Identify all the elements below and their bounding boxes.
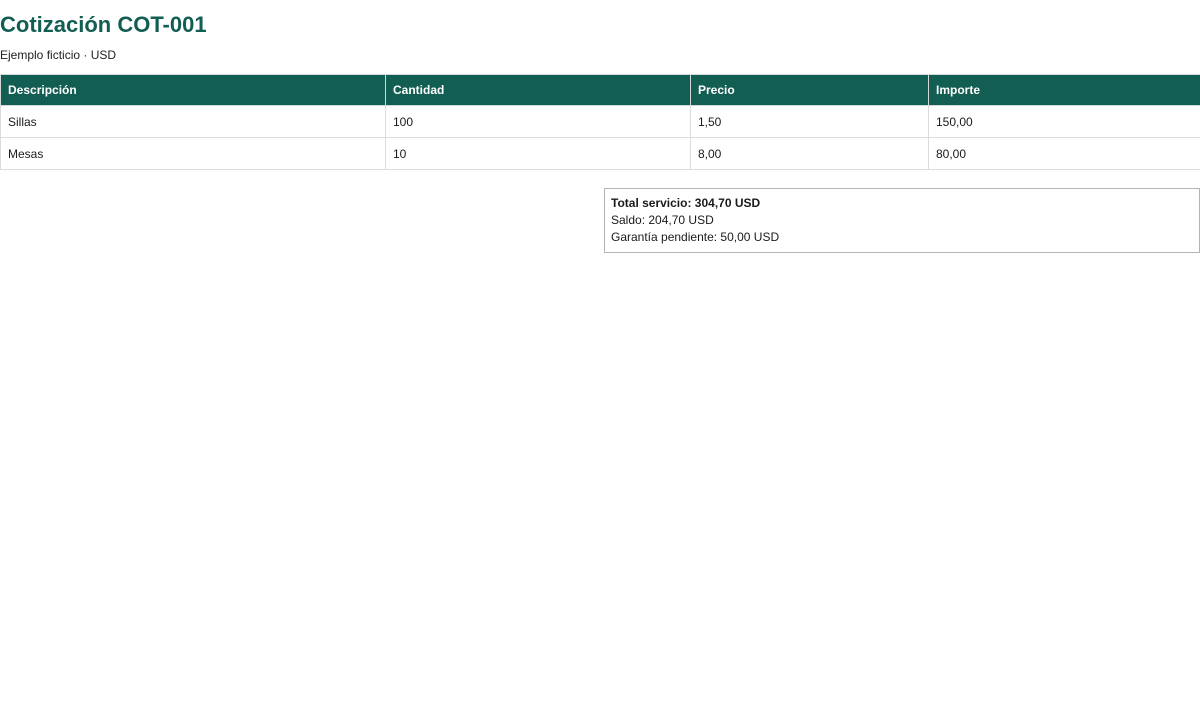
cell-importe: 80,00: [928, 137, 1200, 170]
garantia-pendiente-line: Garantía pendiente: 50,00 USD: [611, 230, 780, 244]
table-row: Sillas 100 1,50 150,00: [0, 105, 1200, 138]
table-header: Descripción Cantidad Precio Importe: [0, 74, 1200, 106]
cell-cantidad: 100: [385, 105, 691, 138]
cell-descripcion: Mesas: [0, 137, 386, 170]
saldo-line: Saldo: 204,70 USD: [611, 213, 714, 227]
page-title: Cotización COT-001: [0, 12, 207, 37]
cell-precio: 8,00: [690, 137, 929, 170]
page-subtitle: Ejemplo ficticio · USD: [0, 48, 117, 62]
column-header-descripcion: Descripción: [0, 74, 386, 106]
table-body: Sillas 100 1,50 150,00 Mesas 10 8,00 80,…: [0, 105, 1200, 170]
column-header-importe: Importe: [928, 74, 1200, 106]
cell-descripcion: Sillas: [0, 105, 386, 138]
table-header-row: Descripción Cantidad Precio Importe: [0, 74, 1200, 106]
total-servicio-line: Total servicio: 304,70 USD: [611, 196, 761, 210]
column-header-precio: Precio: [690, 74, 929, 106]
table-row: Mesas 10 8,00 80,00: [0, 137, 1200, 170]
cell-cantidad: 10: [385, 137, 691, 170]
cell-importe: 150,00: [928, 105, 1200, 138]
totals-summary-box: Total servicio: 304,70 USD Saldo: 204,70…: [604, 188, 1200, 253]
column-header-cantidad: Cantidad: [385, 74, 691, 106]
quote-items-table: Descripción Cantidad Precio Importe Sill…: [0, 74, 1200, 170]
cell-precio: 1,50: [690, 105, 929, 138]
